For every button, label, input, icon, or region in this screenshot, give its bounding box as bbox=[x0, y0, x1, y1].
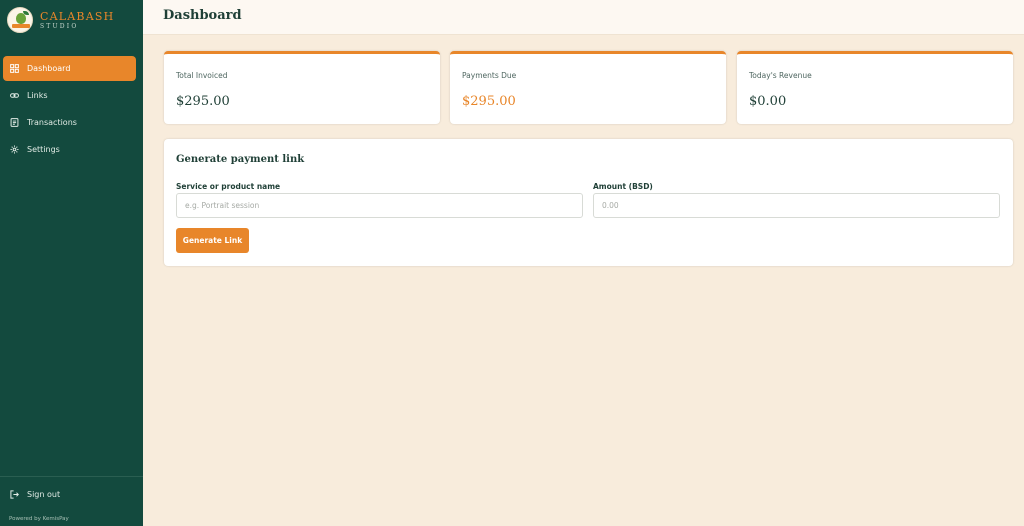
sidebar-item-label: Links bbox=[27, 91, 48, 100]
powered-by: Powered by KemisPay bbox=[9, 516, 69, 522]
sign-out-icon bbox=[10, 490, 19, 499]
brand-subtitle: STUDIO bbox=[40, 22, 79, 30]
stat-card-todays-revenue: Today's Revenue $0.00 bbox=[737, 51, 1013, 124]
payment-link-form: Generate payment link Service or product… bbox=[164, 139, 1013, 266]
stat-value: $295.00 bbox=[176, 94, 230, 109]
link-icon bbox=[10, 91, 19, 100]
stat-label: Payments Due bbox=[462, 71, 517, 80]
amount-input[interactable] bbox=[593, 193, 1000, 218]
sidebar: CALABASH STUDIO Dashboard Links Transact… bbox=[0, 0, 143, 526]
sign-out-button[interactable]: Sign out bbox=[10, 490, 60, 499]
stat-label: Total Invoiced bbox=[176, 71, 228, 80]
stat-value: $295.00 bbox=[462, 94, 516, 109]
top-bar: Dashboard bbox=[143, 0, 1024, 35]
sidebar-item-label: Settings bbox=[27, 145, 60, 154]
service-name-input[interactable] bbox=[176, 193, 583, 218]
stat-value: $0.00 bbox=[749, 94, 787, 109]
sidebar-item-label: Dashboard bbox=[27, 64, 71, 73]
brand-name: CALABASH bbox=[40, 9, 115, 23]
gear-icon bbox=[10, 145, 19, 154]
stat-label: Today's Revenue bbox=[749, 71, 812, 80]
service-name-label: Service or product name bbox=[176, 182, 281, 191]
brand[interactable]: CALABASH STUDIO bbox=[7, 7, 114, 33]
page-title: Dashboard bbox=[163, 8, 242, 23]
amount-label: Amount (BSD) bbox=[593, 182, 653, 191]
sign-out-label: Sign out bbox=[27, 490, 61, 499]
generate-link-button[interactable]: Generate Link bbox=[176, 228, 249, 253]
sidebar-item-transactions[interactable]: Transactions bbox=[3, 110, 136, 135]
stat-card-total-invoiced: Total Invoiced $295.00 bbox=[164, 51, 440, 124]
grid-icon bbox=[10, 64, 19, 73]
sidebar-item-label: Transactions bbox=[27, 118, 77, 127]
stat-card-payments-due: Payments Due $295.00 bbox=[450, 51, 726, 124]
sidebar-item-settings[interactable]: Settings bbox=[3, 137, 136, 162]
receipt-icon bbox=[10, 118, 19, 127]
sidebar-item-dashboard[interactable]: Dashboard bbox=[3, 56, 136, 81]
sidebar-divider bbox=[0, 476, 143, 477]
form-title: Generate payment link bbox=[176, 154, 305, 165]
sidebar-item-links[interactable]: Links bbox=[3, 83, 136, 108]
calabash-logo-icon bbox=[7, 7, 33, 33]
